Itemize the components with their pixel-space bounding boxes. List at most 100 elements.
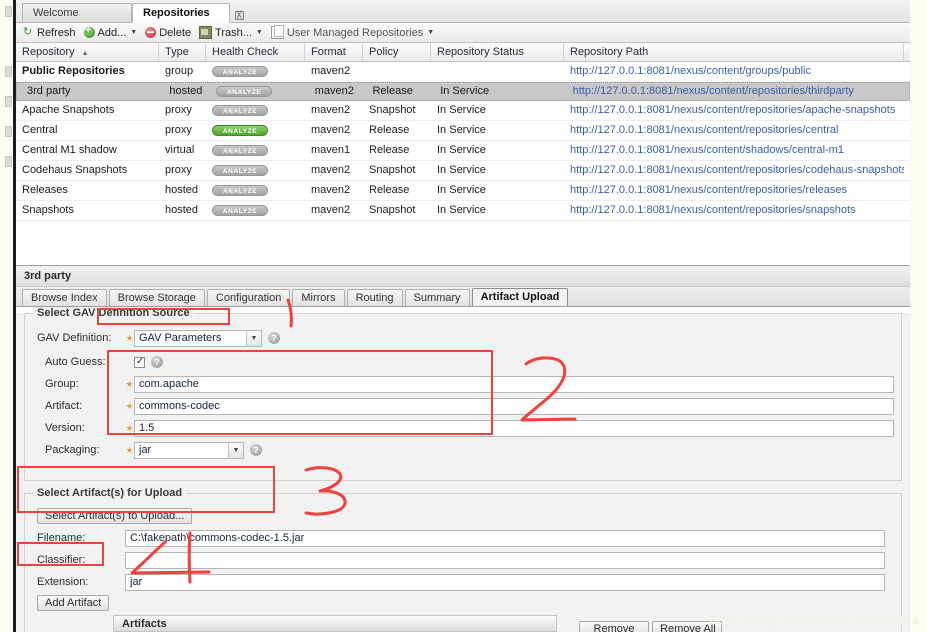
analyze-button[interactable]: ANALYZE xyxy=(212,144,268,156)
table-row[interactable]: Central M1 shadow virtual ANALYZE maven1 Rel… xyxy=(16,141,910,161)
repository-path-link[interactable]: http://127.0.0.1:8081/nexus/content/shad… xyxy=(570,144,844,156)
cell-repository-status: In Service xyxy=(437,144,486,156)
analyze-button[interactable]: ANALYZE xyxy=(212,65,268,77)
column-header-type[interactable]: Type xyxy=(159,43,206,61)
cell-repository-name: Central M1 shadow xyxy=(22,144,117,156)
gav-definition-help-icon[interactable]: ? xyxy=(268,332,280,344)
column-header-repository[interactable]: Repository ▲ xyxy=(16,43,159,61)
repository-path-link[interactable]: http://127.0.0.1:8081/nexus/content/repo… xyxy=(570,184,847,196)
version-input[interactable] xyxy=(134,419,894,437)
auto-guess-help-icon[interactable]: ? xyxy=(151,356,163,368)
filename-input[interactable] xyxy=(125,529,885,547)
cell-policy: Snapshot xyxy=(369,164,416,176)
required-star-icon: ★ xyxy=(125,400,134,411)
sort-ascending-icon: ▲ xyxy=(81,50,89,57)
detail-tab-browse-index[interactable]: Browse Index xyxy=(22,289,107,306)
tab-repositories-label: Repositories xyxy=(143,7,210,19)
column-header-policy[interactable]: Policy xyxy=(363,43,431,61)
table-row[interactable]: Public Repositories group ANALYZE maven2 htt… xyxy=(16,62,910,82)
cell-type: proxy xyxy=(165,124,192,136)
gav-definition-fieldset: Select GAV Definition Source GAV Definit… xyxy=(24,307,902,481)
detail-tab-bar: Browse Index Browse Storage Configuration M… xyxy=(16,287,910,307)
tab-welcome[interactable]: Welcome xyxy=(22,3,132,22)
detail-tab-summary[interactable]: Summary xyxy=(404,289,470,306)
detail-tab-browse-storage[interactable]: Browse Storage xyxy=(108,289,205,306)
detail-tab-routing[interactable]: Routing xyxy=(346,289,403,306)
delete-label: Delete xyxy=(159,26,192,39)
filename-label: Filename: xyxy=(37,532,86,544)
cell-format: maven2 xyxy=(311,104,351,116)
cell-policy xyxy=(363,62,431,81)
repository-path-link[interactable]: http://127.0.0.1:8081/nexus/content/repo… xyxy=(570,104,895,116)
artifact-input[interactable] xyxy=(134,397,894,415)
column-header-format[interactable]: Format xyxy=(305,43,363,61)
trash-icon xyxy=(199,26,213,39)
repository-path-link[interactable]: http://127.0.0.1:8081/nexus/content/repo… xyxy=(573,85,854,97)
remove-button[interactable]: Remove xyxy=(579,621,649,632)
group-input[interactable] xyxy=(134,375,894,393)
detail-tab-configuration[interactable]: Configuration xyxy=(206,289,291,306)
chevron-down-icon: ▼ xyxy=(130,29,138,36)
auto-guess-checkbox[interactable] xyxy=(134,356,145,368)
cell-health-check: ANALYZE xyxy=(206,121,305,140)
cell-repository-status: In Service xyxy=(437,164,486,176)
chevron-down-icon: ▼ xyxy=(427,29,435,36)
column-header-repository-path[interactable]: Repository Path xyxy=(564,43,904,61)
cell-format: maven2 xyxy=(314,85,354,97)
artifacts-panel: Artifacts xyxy=(113,615,557,632)
cell-repository-name: Snapshots xyxy=(22,204,74,216)
add-artifact-button[interactable]: Add Artifact xyxy=(37,595,110,611)
analyze-button[interactable]: ANALYZE xyxy=(212,204,268,216)
trash-button[interactable]: Trash... ▼ xyxy=(196,25,268,40)
refresh-button[interactable]: ↻ Refresh xyxy=(20,26,81,40)
cell-health-check: ANALYZE xyxy=(206,101,305,120)
cell-health-check: ANALYZE xyxy=(206,141,305,160)
analyze-button[interactable]: ANALYZE xyxy=(216,85,273,97)
left-strip-pip xyxy=(5,66,12,77)
analyze-button[interactable]: ANALYZE xyxy=(212,104,268,116)
user-managed-repositories-button[interactable]: User Managed Repositories ▼ xyxy=(268,25,439,40)
repository-path-link[interactable]: http://127.0.0.1:8081/nexus/content/grou… xyxy=(570,65,811,77)
repository-path-link[interactable]: http://127.0.0.1:8081/nexus/content/repo… xyxy=(570,204,856,216)
refresh-icon: ↻ xyxy=(23,26,33,38)
gav-definition-select[interactable]: GAV Parameters ▼ xyxy=(134,329,262,347)
cell-type: group xyxy=(165,65,194,77)
cell-repository-status: In Service xyxy=(437,204,486,216)
analyze-button[interactable]: ANALYZE xyxy=(212,164,268,176)
detail-tab-mirrors[interactable]: Mirrors xyxy=(292,289,345,306)
cell-format: maven2 xyxy=(311,184,351,196)
cell-repository-path: http://127.0.0.1:8081/nexus/content/repo… xyxy=(564,161,904,180)
browser-left-strip xyxy=(0,0,13,632)
table-row[interactable]: Codehaus Snapshots proxy ANALYZE maven2 Snap… xyxy=(16,161,910,181)
table-row[interactable]: Snapshots hosted ANALYZE maven2 Snapshot In S… xyxy=(16,201,910,221)
add-button[interactable]: Add... ▼ xyxy=(81,25,143,40)
table-row[interactable]: Releases hosted ANALYZE maven2 Release In Ser… xyxy=(16,181,910,201)
table-row[interactable]: Central proxy ANALYZE maven2 Release In Servi… xyxy=(16,121,910,141)
analyze-button[interactable]: ANALYZE xyxy=(212,184,268,196)
cell-repository-path: http://127.0.0.1:8081/nexus/content/repo… xyxy=(564,201,904,220)
cell-health-check: ANALYZE xyxy=(206,201,305,220)
analyze-button[interactable]: ANALYZE xyxy=(212,124,268,136)
repositories-toolbar: ↻ Refresh Add... ▼ Delete Trash... ▼ Use… xyxy=(16,23,910,43)
main-tab-bar: Welcome Repositories ╳ xyxy=(16,0,910,23)
extension-input[interactable] xyxy=(125,573,885,591)
tab-repositories[interactable]: Repositories ╳ xyxy=(132,3,244,23)
repository-path-link[interactable]: http://127.0.0.1:8081/nexus/content/repo… xyxy=(570,124,838,136)
column-header-health-check[interactable]: Health Check xyxy=(206,43,305,61)
cell-repository-name: 3rd party xyxy=(27,85,71,97)
detail-tab-artifact-upload[interactable]: Artifact Upload xyxy=(471,288,569,306)
select-artifacts-button[interactable]: Select Artifact(s) to Upload... xyxy=(37,508,193,524)
grid-header-row: Repository ▲ Type Health Check Format Po… xyxy=(16,43,910,62)
packaging-select[interactable]: jar ▼ xyxy=(134,441,244,459)
required-star-icon: ★ xyxy=(125,332,134,343)
table-row[interactable]: Apache Snapshots proxy ANALYZE maven2 Snapsh… xyxy=(16,101,910,121)
table-row[interactable]: 3rd party hosted ANALYZE maven2 Release In Se… xyxy=(16,82,910,101)
delete-button[interactable]: Delete xyxy=(142,26,196,40)
classifier-input[interactable] xyxy=(125,551,885,569)
repository-path-link[interactable]: http://127.0.0.1:8081/nexus/content/repo… xyxy=(570,164,904,176)
close-icon[interactable]: ╳ xyxy=(234,11,244,20)
cell-policy: Release xyxy=(372,85,413,97)
column-header-repository-status[interactable]: Repository Status xyxy=(431,43,564,61)
packaging-help-icon[interactable]: ? xyxy=(250,444,262,456)
chevron-down-icon: ▼ xyxy=(228,442,243,458)
